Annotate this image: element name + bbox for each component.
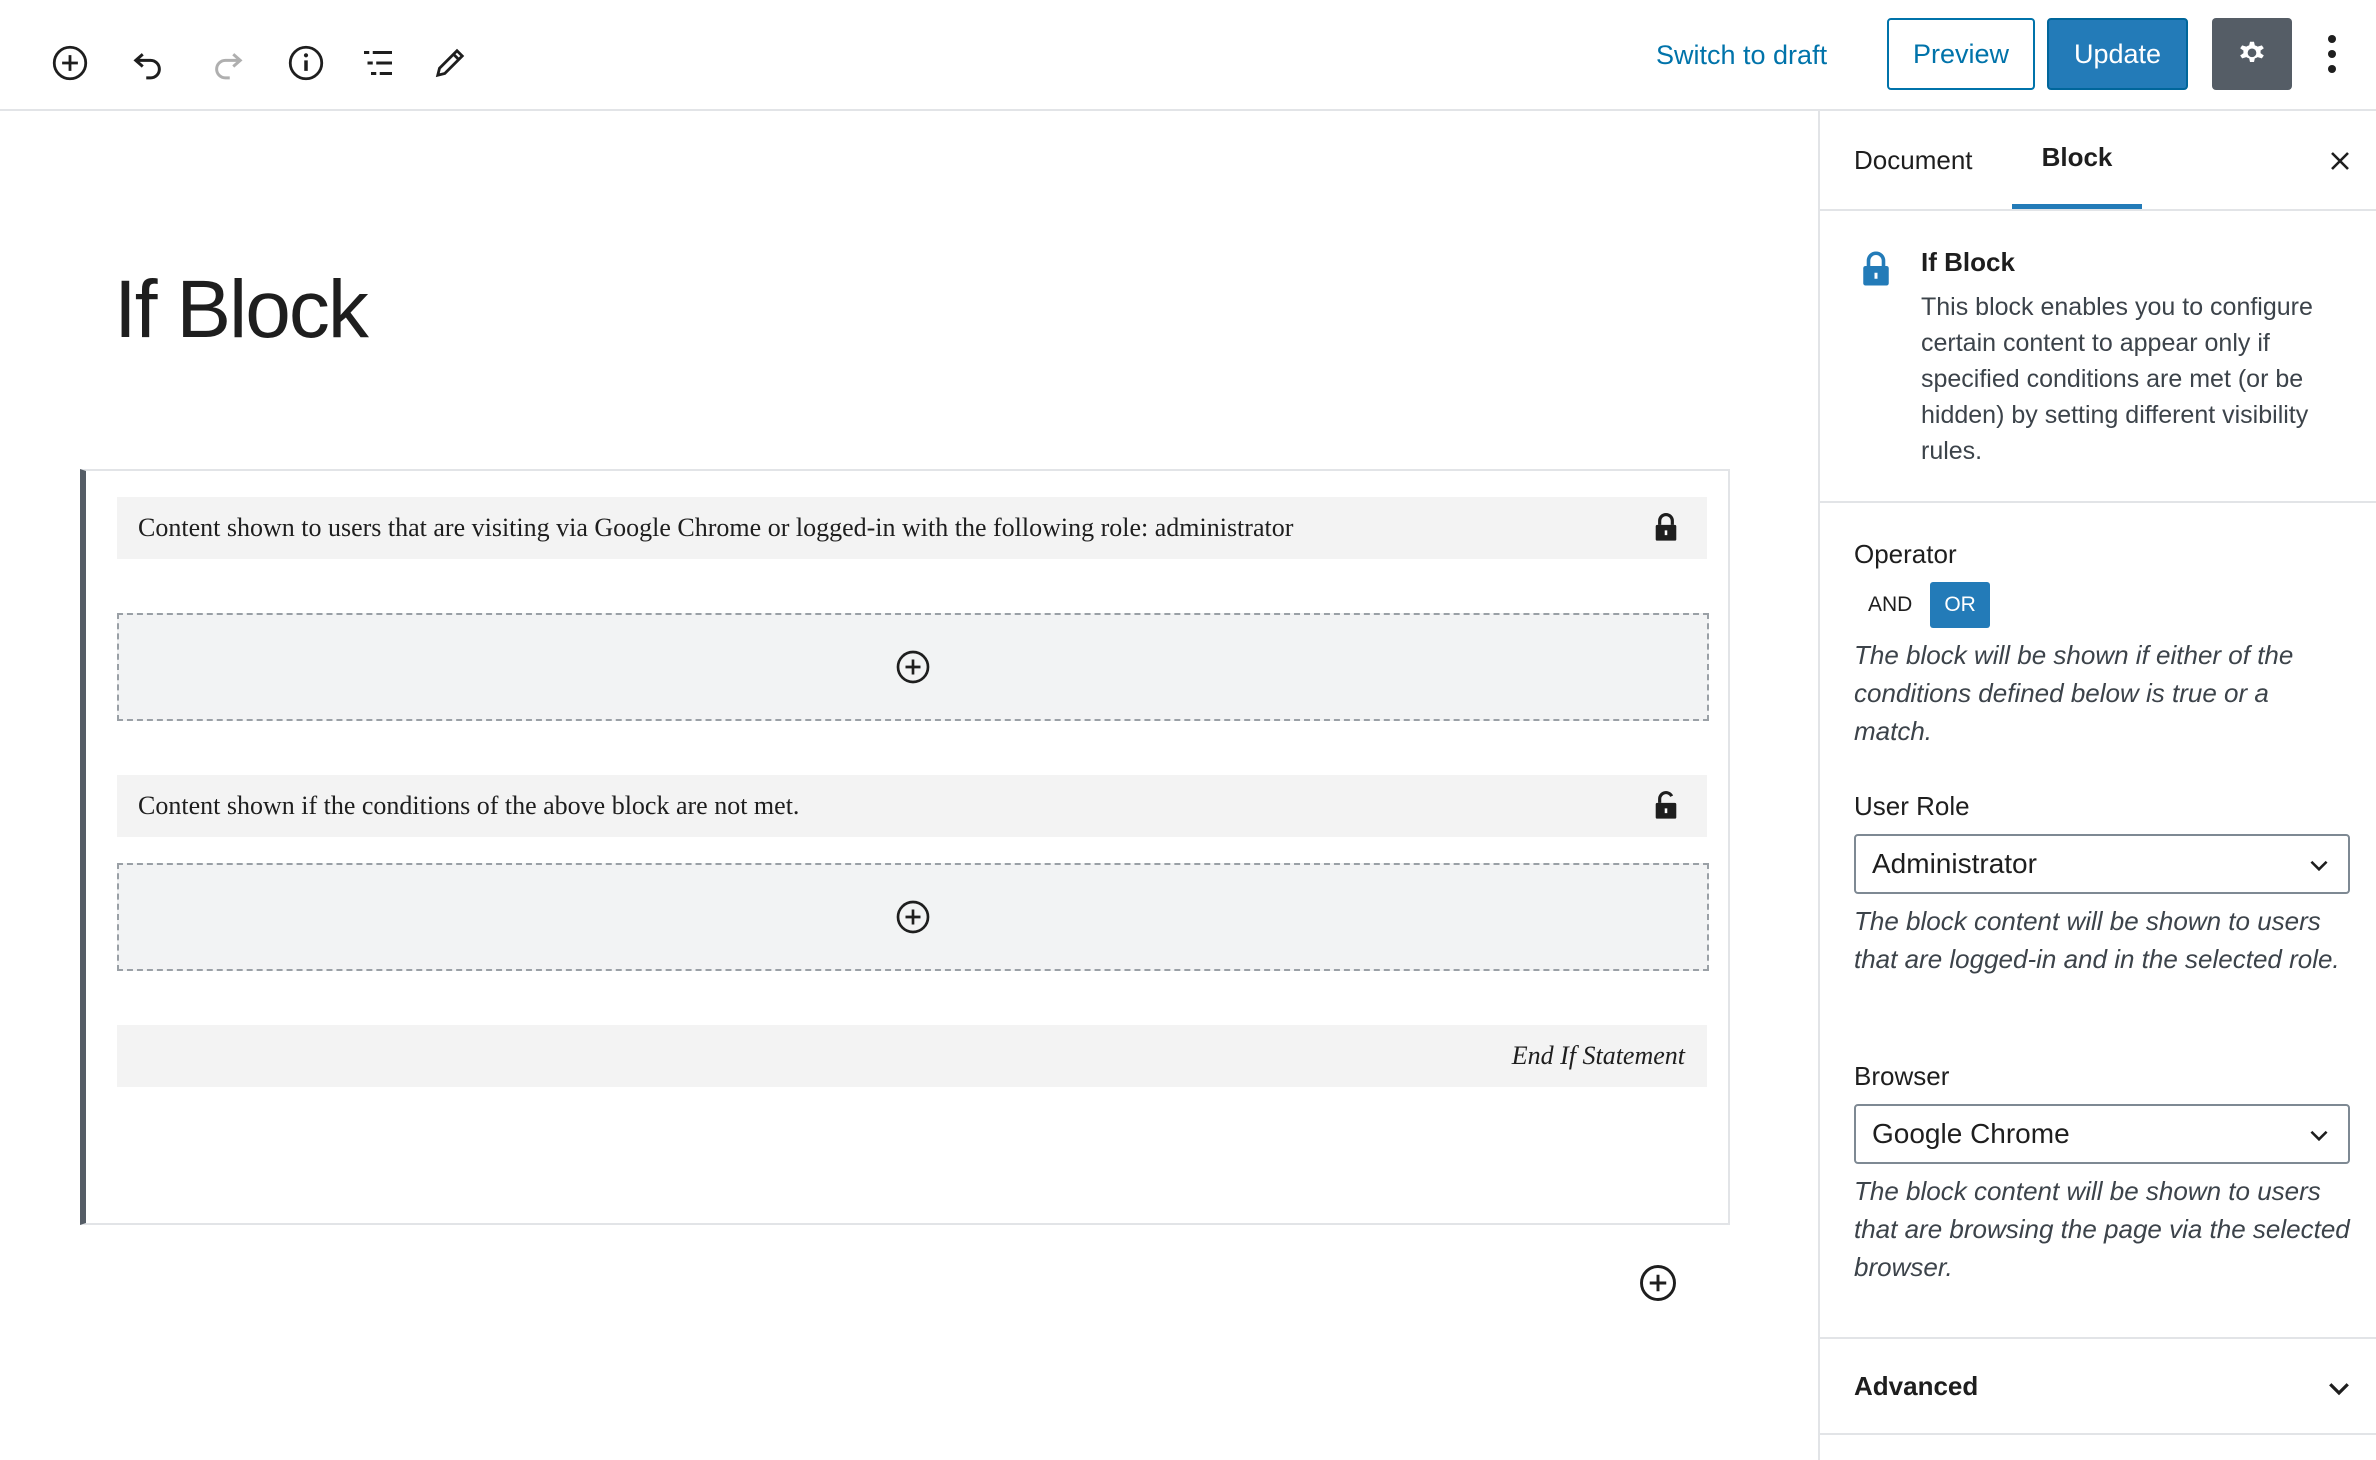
- lock-icon: [1655, 512, 1677, 541]
- close-icon: [2331, 152, 2349, 170]
- editor-toolbar: Switch to draft Preview Update: [0, 0, 2376, 111]
- switch-to-draft-button[interactable]: Switch to draft: [1640, 24, 1843, 86]
- more-vertical-icon: [2328, 35, 2336, 73]
- if-condition-text: Content shown to users that are visiting…: [138, 513, 1294, 542]
- tab-block[interactable]: Block: [2012, 111, 2142, 209]
- add-block-icon: [896, 650, 930, 684]
- browser-help: The block content will be shown to users…: [1854, 1176, 2350, 1282]
- end-if-bar: End If Statement: [117, 1025, 1707, 1087]
- advanced-label: Advanced: [1854, 1370, 1979, 1401]
- chevron-down-icon: [2310, 1130, 2328, 1142]
- user-role-select[interactable]: Administrator: [1854, 834, 2350, 894]
- operator-help: The block will be shown if either of the…: [1854, 640, 2294, 746]
- tools-icon[interactable]: [408, 21, 492, 105]
- user-role-label: User Role: [1854, 791, 1970, 821]
- more-options-button[interactable]: [2310, 22, 2354, 86]
- settings-sidebar: Document Block If Block This block enabl…: [1818, 111, 2376, 1460]
- end-if-text: End If Statement: [1511, 1041, 1685, 1070]
- close-sidebar-button[interactable]: [2322, 143, 2358, 179]
- operator-toggle: AND OR: [1854, 582, 2354, 628]
- post-title[interactable]: If Block: [114, 263, 369, 357]
- chevron-down-icon: [2310, 860, 2328, 872]
- tab-document[interactable]: Document: [1820, 111, 1987, 209]
- else-content-appender[interactable]: [117, 863, 1709, 971]
- block-card: If Block This block enables you to confi…: [1820, 211, 2376, 503]
- unlock-icon: [1655, 791, 1677, 819]
- redo-icon[interactable]: [186, 21, 270, 105]
- add-block-icon: [896, 900, 930, 934]
- settings-button[interactable]: [2212, 18, 2292, 90]
- user-role-panel: User Role Administrator The block conten…: [1854, 791, 2354, 978]
- operator-label: Operator: [1854, 539, 1957, 569]
- operator-or-button[interactable]: OR: [1930, 582, 1990, 628]
- user-role-value: Administrator: [1872, 848, 2037, 879]
- operator-and-button[interactable]: AND: [1854, 582, 1927, 628]
- user-role-help: The block content will be shown to users…: [1854, 906, 2340, 974]
- update-button[interactable]: Update: [2047, 18, 2188, 90]
- browser-panel: Browser Google Chrome The block content …: [1854, 1061, 2354, 1286]
- browser-label: Browser: [1854, 1061, 1950, 1091]
- else-condition-bar[interactable]: Content shown if the conditions of the a…: [117, 775, 1707, 837]
- browser-select[interactable]: Google Chrome: [1854, 1104, 2350, 1164]
- if-condition-bar[interactable]: Content shown to users that are visiting…: [117, 497, 1707, 559]
- preview-button[interactable]: Preview: [1887, 18, 2035, 90]
- lock-icon: [1863, 251, 1889, 286]
- gear-icon: [2240, 41, 2264, 62]
- add-block-icon[interactable]: [1636, 1261, 1680, 1305]
- if-block[interactable]: Content shown to users that are visiting…: [80, 469, 1730, 1225]
- editor-canvas: If Block Content shown to users that are…: [0, 111, 1818, 1460]
- browser-value: Google Chrome: [1872, 1118, 2070, 1149]
- operator-panel: Operator AND OR The block will be shown …: [1854, 539, 2354, 750]
- chevron-down-icon: [2329, 1383, 2349, 1396]
- sidebar-tabs: Document Block: [1820, 111, 2376, 211]
- undo-icon[interactable]: [106, 21, 190, 105]
- if-content-appender[interactable]: [117, 613, 1709, 721]
- advanced-panel-toggle[interactable]: Advanced: [1820, 1337, 2376, 1435]
- block-description: This block enables you to configure cert…: [1921, 293, 2313, 465]
- add-block-icon[interactable]: [28, 21, 112, 105]
- block-name: If Block: [1921, 247, 2015, 277]
- else-condition-text: Content shown if the conditions of the a…: [138, 791, 800, 820]
